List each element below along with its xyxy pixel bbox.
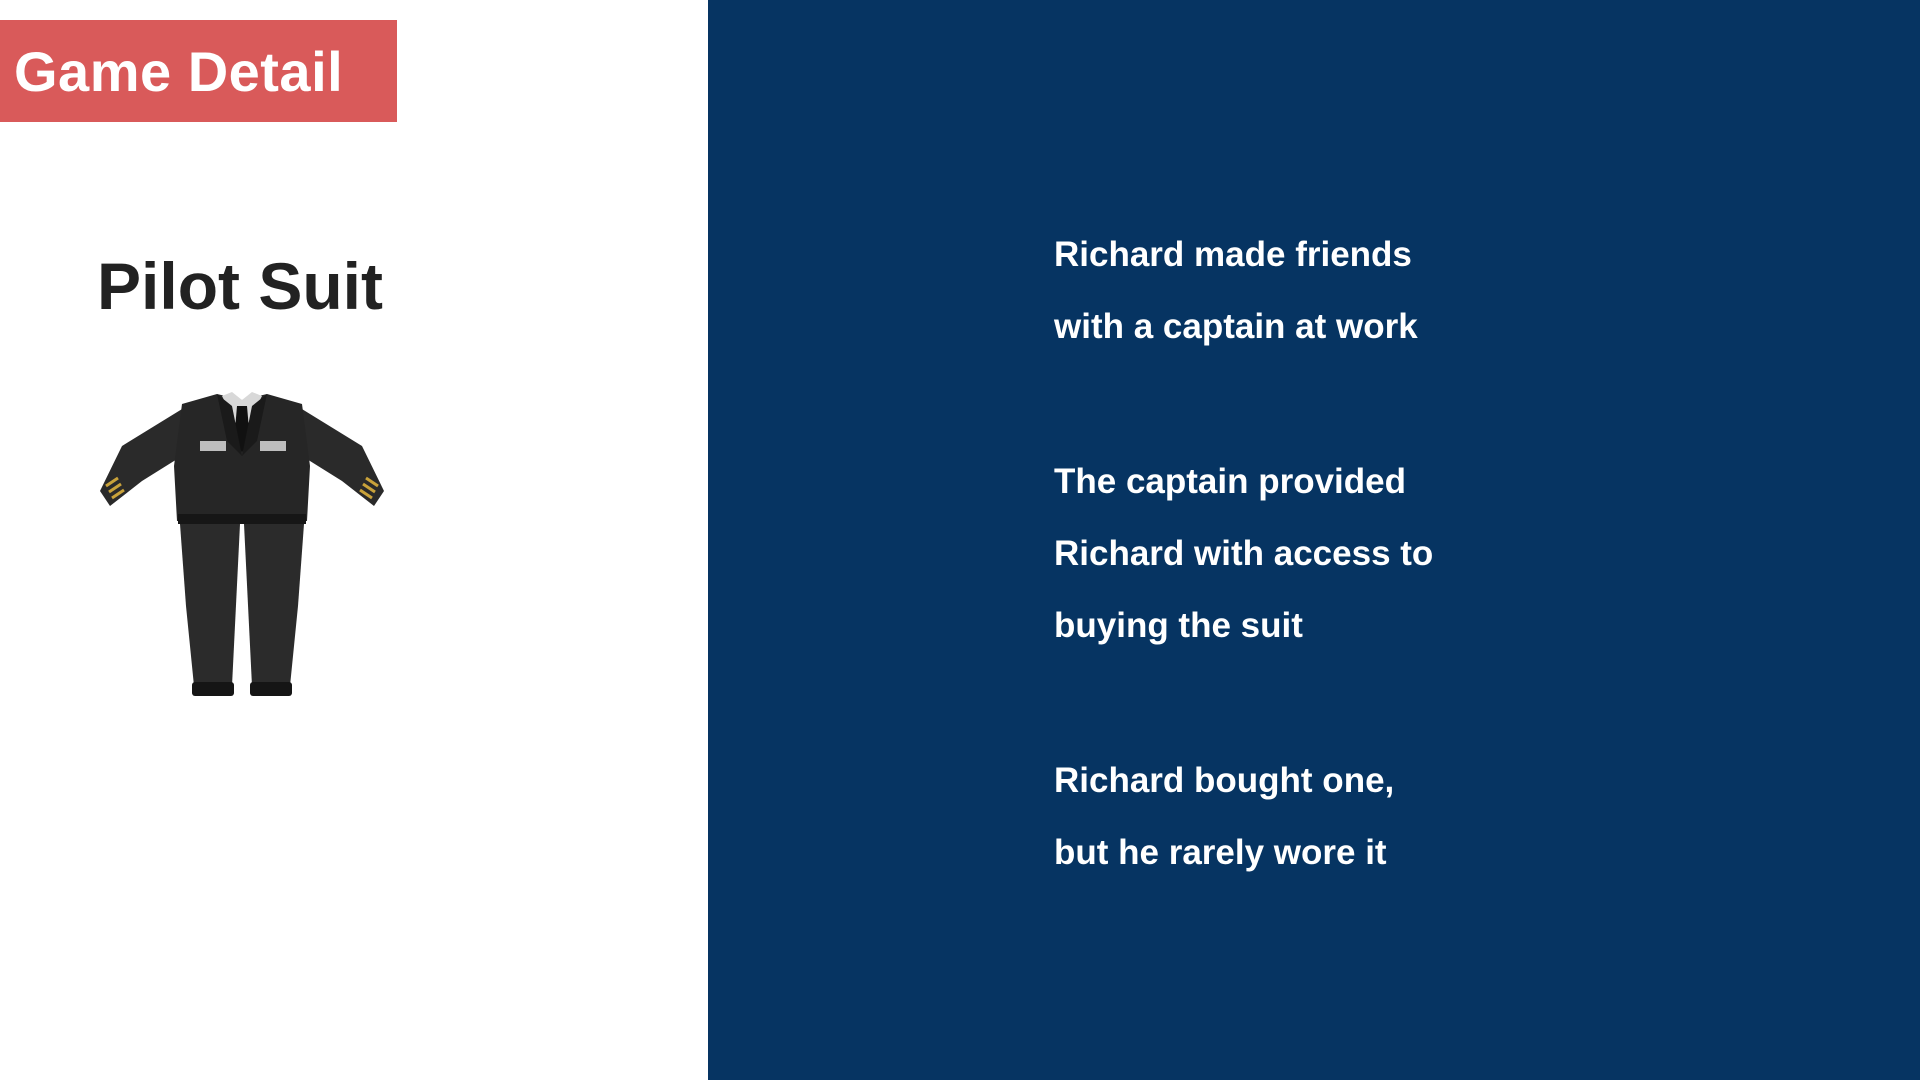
slide: Game Detail Pilot Suit Richard made frie… xyxy=(0,0,1920,1080)
story-paragraph-3: Richard bought one, but he rarely wore i… xyxy=(1054,745,1394,889)
story-line: buying the suit xyxy=(1054,606,1303,645)
left-panel: Game Detail Pilot Suit xyxy=(0,0,708,1080)
story-line: Richard made friends xyxy=(1054,235,1412,274)
header-label: Game Detail xyxy=(14,39,344,103)
story-line: Richard with access to xyxy=(1054,534,1434,573)
story-paragraph-2: The captain provided Richard with access… xyxy=(1054,446,1433,662)
story-line: The captain provided xyxy=(1054,462,1406,501)
pilot-suit-icon xyxy=(100,392,384,696)
story-paragraph-1: Richard made friends with a captain at w… xyxy=(1054,219,1418,363)
item-title: Pilot Suit xyxy=(97,249,383,323)
story-line: with a captain at work xyxy=(1054,307,1418,346)
header-badge: Game Detail xyxy=(0,20,397,122)
story-line: but he rarely wore it xyxy=(1054,833,1387,872)
story-line: Richard bought one, xyxy=(1054,761,1395,800)
